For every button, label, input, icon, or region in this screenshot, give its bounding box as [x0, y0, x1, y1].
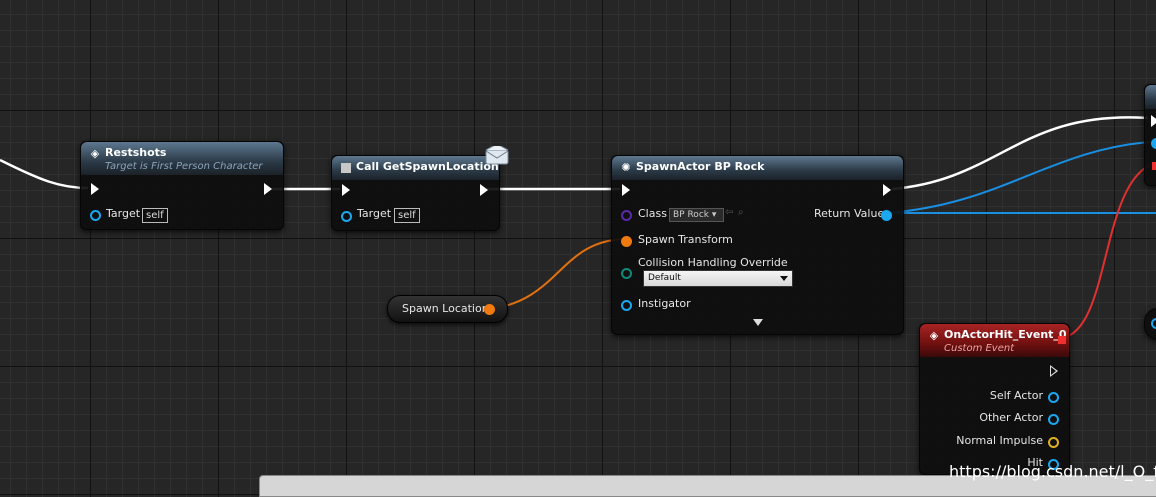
class-pin[interactable]: [621, 210, 632, 221]
target-self-value[interactable]: self: [394, 208, 420, 223]
on-actor-hit-header[interactable]: ◈ OnActorHit_Event_0 Custom Event: [920, 324, 1069, 357]
spawn-actor-header[interactable]: ✺ SpawnActor BP Rock: [612, 156, 903, 180]
instigator-label: Instigator: [638, 297, 691, 310]
event-icon: ◈: [929, 329, 939, 342]
normal-impulse-pin[interactable]: [1048, 437, 1059, 448]
pin-label-other-actor: Other Actor: [979, 411, 1043, 424]
class-picker[interactable]: BP Rock ▾: [669, 208, 724, 222]
get-spawn-location-header[interactable]: Call GetSpawnLocation: [332, 156, 499, 180]
get-spawn-location-title: Call GetSpawnLocation: [356, 160, 499, 173]
return-value-pin[interactable]: [881, 210, 892, 221]
delegate-pin[interactable]: [1058, 336, 1066, 344]
on-actor-hit-node[interactable]: ◈ OnActorHit_Event_0 Custom Event Self A…: [919, 323, 1070, 475]
class-label: Class: [638, 207, 667, 220]
self-actor-pin[interactable]: [1048, 392, 1059, 403]
return-value-label: Return Value: [814, 207, 885, 220]
spawn-icon: ✺: [621, 161, 631, 174]
get-spawn-location-node[interactable]: Call GetSpawnLocation Target self: [331, 155, 500, 231]
spawn-transform-pin[interactable]: [621, 236, 632, 247]
exec-out-pin[interactable]: [883, 184, 891, 196]
exec-out-pin[interactable]: [1050, 365, 1058, 377]
restshots-title: Restshots: [105, 146, 167, 159]
exec-out-pin[interactable]: [480, 184, 488, 196]
restshots-node[interactable]: ◈ Restshots Target is First Person Chara…: [80, 141, 284, 230]
use-selected-arrow-icon[interactable]: ⇦: [725, 207, 733, 218]
function-icon: ◈: [90, 147, 100, 160]
object-in-pin[interactable]: [1151, 138, 1156, 149]
target-label: Target: [106, 207, 141, 220]
exec-in-pin[interactable]: [622, 184, 630, 196]
spawn-location-label: Spawn Location: [402, 302, 489, 315]
spawn-location-node[interactable]: Spawn Location: [387, 295, 508, 323]
exec-out-pin[interactable]: [264, 183, 272, 195]
target-self-value[interactable]: self: [142, 208, 168, 223]
exec-wire-in: [0, 158, 89, 190]
exec-in-pin[interactable]: [1151, 115, 1156, 127]
call-icon: [341, 163, 351, 173]
other-actor-pin[interactable]: [1048, 414, 1059, 425]
delegate-in-pin[interactable]: [1152, 162, 1156, 170]
spawn-actor-title: SpawnActor BP Rock: [636, 160, 765, 173]
exec-in-pin[interactable]: [342, 184, 350, 196]
pin-label-self-actor: Self Actor: [989, 389, 1043, 402]
message-envelope-icon: [485, 146, 509, 165]
collision-label: Collision Handling Override: [638, 256, 788, 269]
browse-search-icon[interactable]: ⌕: [738, 207, 744, 218]
on-actor-hit-title: OnActorHit_Event_0: [944, 328, 1067, 341]
class-value: BP Rock: [673, 210, 709, 220]
struct-wire: [489, 238, 627, 310]
watermark-text: https://blog.csdn.net/l_O_fly: [949, 462, 1156, 481]
exec-in-pin[interactable]: [91, 183, 99, 195]
collision-value: Default: [648, 273, 681, 283]
on-actor-hit-subtitle: Custom Event: [944, 343, 1015, 354]
target-label: Target: [357, 207, 392, 220]
expand-arrow-icon[interactable]: [753, 319, 763, 326]
delegate-wire: [1061, 164, 1151, 339]
spawn-actor-node[interactable]: ✺ SpawnActor BP Rock Class BP Rock ▾ ⇦ ⌕…: [611, 155, 904, 335]
offscreen-node-top[interactable]: [1144, 84, 1156, 186]
target-pin[interactable]: [341, 211, 352, 222]
restshots-subtitle: Target is First Person Character: [105, 161, 263, 172]
chevron-down-icon: [780, 276, 788, 281]
spawn-transform-label: Spawn Transform: [638, 233, 733, 246]
collision-pin[interactable]: [621, 268, 632, 279]
object-wire-1: [885, 141, 1151, 214]
pin-label-normal-impulse: Normal Impulse: [956, 434, 1043, 447]
spawn-location-pin[interactable]: [484, 304, 495, 315]
target-pin[interactable]: [90, 210, 101, 221]
restshots-header[interactable]: ◈ Restshots Target is First Person Chara…: [81, 142, 283, 175]
collision-dropdown[interactable]: Default: [643, 270, 793, 287]
instigator-pin[interactable]: [621, 300, 632, 311]
offscreen-node-top-header: [1145, 85, 1156, 109]
offscreen-pin[interactable]: [1151, 318, 1156, 329]
